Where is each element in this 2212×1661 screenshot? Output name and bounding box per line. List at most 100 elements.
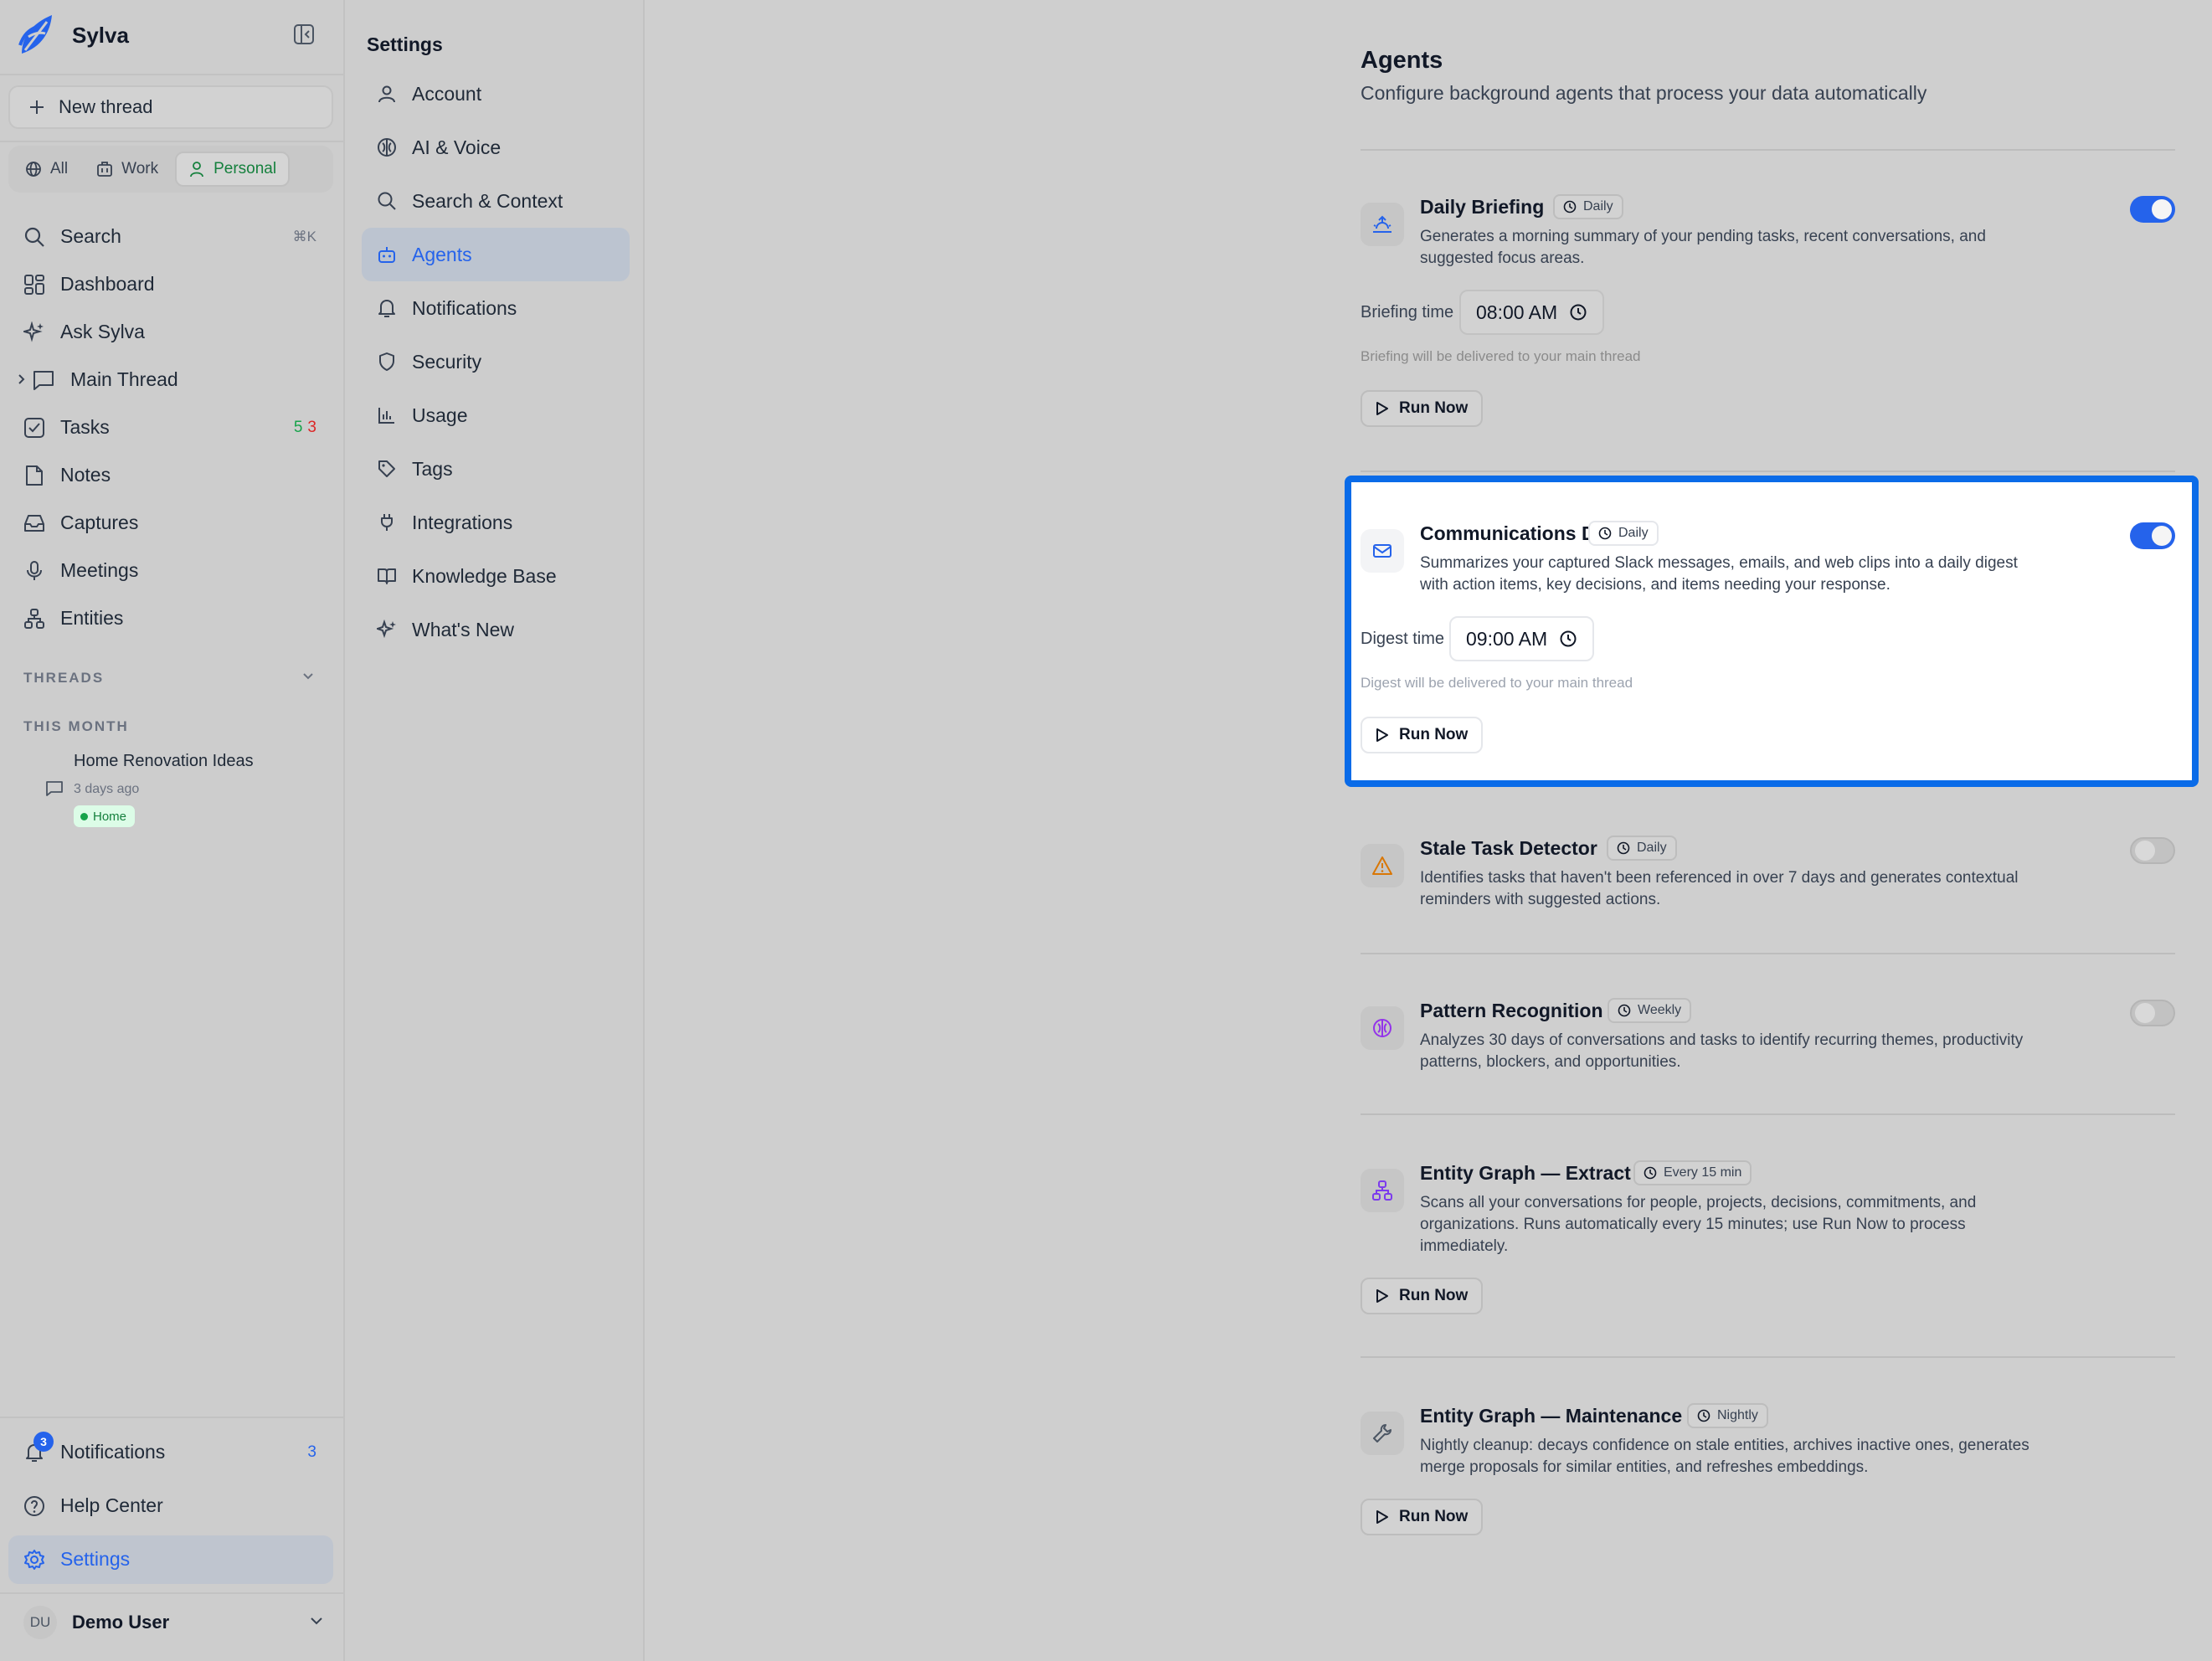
user-icon	[377, 84, 397, 104]
sidebar-item-label: Help Center	[60, 1494, 163, 1516]
settings-item-notifications[interactable]: Notifications	[362, 281, 630, 335]
agent-description: Analyzes 30 days of conversations and ta…	[1420, 1031, 2024, 1071]
sidebar-item-label: Notifications	[60, 1441, 166, 1463]
agent-name: Entity Graph — Maintenance	[1420, 1405, 1683, 1427]
sidebar-item-entities[interactable]: Entities	[0, 594, 343, 642]
agent-icon-bg	[1361, 203, 1404, 246]
settings-item-label: What's New	[412, 618, 514, 640]
sidebar-item-search[interactable]: Search ⌘K	[0, 213, 343, 260]
agent-toggle[interactable]	[2130, 522, 2175, 549]
sidebar-nav: Search ⌘K Dashboard Ask Sylva Main Threa…	[0, 213, 343, 642]
sidebar-item-tasks[interactable]: Tasks 53	[0, 404, 343, 451]
sidebar-item-label: Ask Sylva	[60, 321, 145, 342]
time-label: Briefing time	[1361, 303, 1454, 321]
divider	[1361, 149, 2175, 151]
clock-icon	[1617, 841, 1630, 855]
brain-icon	[377, 137, 397, 157]
settings-item-agents[interactable]: Agents	[362, 228, 630, 281]
thread-time: 3 days ago	[74, 782, 140, 796]
agent-description: Summarizes your captured Slack messages,…	[1420, 554, 2018, 594]
scope-label: Work	[121, 160, 159, 177]
collapse-sidebar-icon[interactable]	[293, 23, 316, 47]
scope-all[interactable]: All	[13, 152, 80, 187]
settings-item-account[interactable]: Account	[362, 67, 630, 121]
toggle-knob	[2152, 199, 2172, 219]
settings-item-ai-voice[interactable]: AI & Voice	[362, 121, 630, 174]
sylva-logo-icon	[17, 12, 57, 59]
delivery-hint: Briefing will be delivered to your main …	[1361, 348, 1641, 364]
chevron-down-icon[interactable]	[301, 670, 315, 683]
sidebar-item-ask-sylva[interactable]: Ask Sylva	[0, 308, 343, 356]
time-input[interactable]: 08:00 AM	[1459, 290, 1605, 335]
sidebar-item-captures[interactable]: Captures	[0, 499, 343, 547]
run-now-button[interactable]: Run Now	[1361, 1499, 1483, 1535]
bot-icon	[377, 244, 397, 265]
message-square-icon	[32, 369, 55, 391]
settings-item-security[interactable]: Security	[362, 335, 630, 388]
settings-item-knowledge-base[interactable]: Knowledge Base	[362, 549, 630, 603]
time-input[interactable]: 09:00 AM	[1449, 616, 1595, 661]
clock-icon[interactable]	[1559, 630, 1577, 648]
sidebar-item-notes[interactable]: Notes	[0, 451, 343, 499]
sidebar-item-meetings[interactable]: Meetings	[0, 547, 343, 594]
scope-work[interactable]: Work	[85, 152, 170, 187]
settings-item-label: Agents	[412, 243, 472, 265]
brand-name: Sylva	[72, 22, 129, 48]
inbox-icon	[23, 512, 45, 534]
thread-title: Home Renovation Ideas	[74, 752, 254, 770]
run-now-button[interactable]: Run Now	[1361, 1278, 1483, 1314]
brand[interactable]: Sylva	[17, 12, 129, 59]
agent-toggle[interactable]	[2130, 837, 2175, 864]
agent-card-pattern-recognition: Pattern Recognition Weekly Analyzes 30 d…	[1361, 998, 2175, 1100]
clock-icon[interactable]	[1569, 303, 1587, 321]
divider	[1361, 471, 2175, 472]
search-icon	[377, 191, 397, 211]
agent-description: Generates a morning summary of your pend…	[1420, 228, 1986, 267]
settings-item-tags[interactable]: Tags	[362, 442, 630, 496]
chevron-down-icon	[308, 1612, 325, 1629]
agent-card-entity-graph-extract: Entity Graph — Extract Every 15 min Scan…	[1361, 1160, 2175, 1321]
settings-item-label: Notifications	[412, 296, 517, 319]
chevron-right-icon[interactable]	[17, 373, 27, 386]
new-thread-button[interactable]: New thread	[8, 85, 333, 129]
sidebar-item-dashboard[interactable]: Dashboard	[0, 260, 343, 308]
settings-item-usage[interactable]: Usage	[362, 388, 630, 442]
run-now-button[interactable]: Run Now	[1361, 717, 1483, 753]
tag-label: Home	[93, 809, 127, 824]
shield-icon	[377, 352, 397, 372]
settings-item-integrations[interactable]: Integrations	[362, 496, 630, 549]
sidebar-item-main-thread[interactable]: Main Thread	[0, 356, 343, 404]
sparkles-icon	[377, 620, 397, 640]
divider	[0, 1592, 343, 1594]
agent-description: Nightly cleanup: decays confidence on st…	[1420, 1437, 2029, 1476]
threads-header[interactable]: THREADS	[23, 670, 104, 687]
settings-item-label: Integrations	[412, 511, 513, 533]
bar-chart-icon	[377, 405, 397, 425]
agent-name: Entity Graph — Extract	[1420, 1162, 1631, 1184]
play-icon	[1376, 728, 1389, 743]
network-icon	[1371, 1180, 1393, 1201]
scope-personal[interactable]: Personal	[175, 152, 291, 187]
sidebar-item-settings[interactable]: Settings	[0, 1535, 343, 1583]
sidebar-item-label: Settings	[60, 1548, 131, 1570]
sidebar-item-label: Notes	[60, 464, 111, 486]
agent-icon-bg	[1361, 1006, 1404, 1050]
sidebar-item-label: Search	[60, 225, 121, 247]
run-now-button[interactable]: Run Now	[1361, 390, 1483, 427]
bottom-nav: Notifications 3 Help Center Settings	[0, 1428, 343, 1583]
shortcut-hint: ⌘K	[292, 228, 316, 244]
agent-icon-bg	[1361, 1412, 1404, 1455]
open-count: 5	[293, 418, 303, 436]
settings-item-search-context[interactable]: Search & Context	[362, 174, 630, 228]
sidebar-item-label: Dashboard	[60, 273, 155, 295]
settings-title: Settings	[367, 33, 443, 55]
sidebar-item-help-center[interactable]: Help Center	[0, 1482, 343, 1530]
user-menu[interactable]: DU Demo User	[23, 1604, 325, 1641]
clock-icon	[1563, 200, 1577, 213]
settings-nav-list: Account AI & Voice Search & Context Agen…	[362, 67, 630, 656]
sidebar-item-label: Entities	[60, 607, 124, 629]
settings-item-whats-new[interactable]: What's New	[362, 603, 630, 656]
agent-toggle[interactable]	[2130, 196, 2175, 223]
agent-toggle[interactable]	[2130, 1000, 2175, 1026]
app-sidebar: Sylva New thread All Work Personal Searc…	[0, 0, 345, 1661]
